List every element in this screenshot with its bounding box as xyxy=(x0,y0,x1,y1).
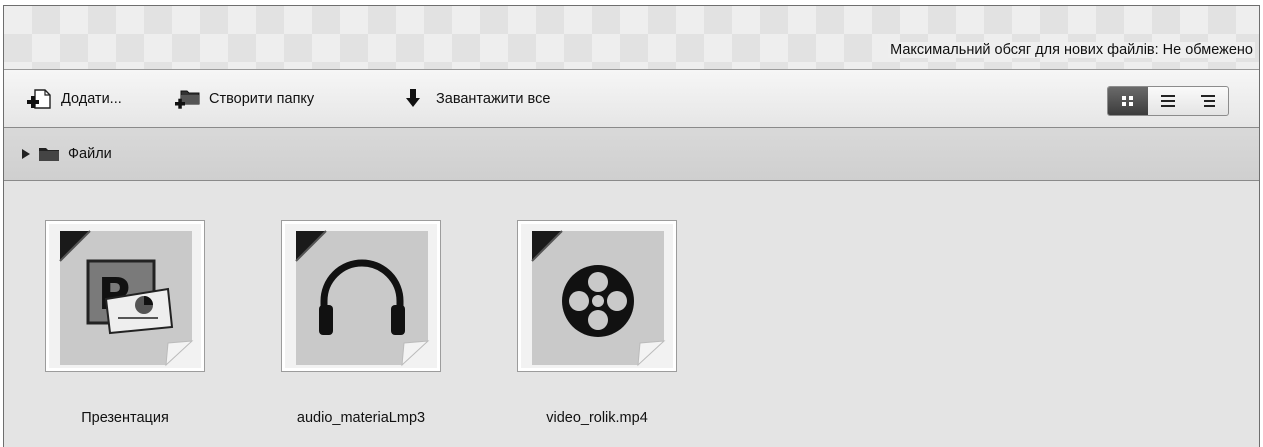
download-arrow-icon xyxy=(401,88,427,110)
create-folder-button[interactable]: Створити папку xyxy=(174,87,314,111)
create-folder-label: Створити папку xyxy=(209,91,315,107)
film-reel-icon xyxy=(531,230,666,367)
file-item[interactable]: video_rolik.mp4 xyxy=(517,220,677,426)
list-view-button[interactable] xyxy=(1148,87,1188,115)
file-thumbnail xyxy=(517,220,677,372)
grid-icon xyxy=(1122,96,1133,106)
download-all-label: Завантажити все xyxy=(436,91,551,107)
add-file-icon xyxy=(26,88,52,110)
expand-arrow-icon xyxy=(22,149,30,159)
header-bar: Максимальний обсяг для нових файлів: Не … xyxy=(4,6,1259,70)
icons-view-button[interactable] xyxy=(1108,87,1148,115)
file-item[interactable]: P Презентация xyxy=(45,220,205,426)
tree-list-icon xyxy=(1201,95,1215,107)
headphones-icon xyxy=(295,230,430,367)
toolbar: Додати... Створити папку Завантажити все xyxy=(4,70,1259,128)
view-mode-switch xyxy=(1107,86,1229,116)
folder-icon xyxy=(39,148,59,161)
breadcrumb: Файли xyxy=(4,128,1259,181)
file-grid: P Презентация audio_materiaLmp3 video_ro… xyxy=(4,182,1259,447)
file-item[interactable]: audio_materiaLmp3 xyxy=(281,220,441,426)
file-thumbnail xyxy=(281,220,441,372)
breadcrumb-label: Файли xyxy=(68,146,112,162)
quota-text: Максимальний обсяг для нових файлів: Не … xyxy=(888,42,1255,58)
tree-view-button[interactable] xyxy=(1188,87,1228,115)
powerpoint-icon: P xyxy=(59,230,194,367)
breadcrumb-item-files[interactable]: Файли xyxy=(22,146,112,162)
new-folder-icon xyxy=(174,88,200,110)
download-all-button[interactable]: Завантажити все xyxy=(401,87,550,111)
file-name: audio_materiaLmp3 xyxy=(296,410,426,426)
add-file-button[interactable]: Додати... xyxy=(26,87,122,111)
list-icon xyxy=(1161,95,1175,107)
file-thumbnail: P xyxy=(45,220,205,372)
file-name: Презентация xyxy=(81,410,169,426)
file-name: video_rolik.mp4 xyxy=(546,410,648,426)
add-file-label: Додати... xyxy=(61,91,122,107)
file-manager: Максимальний обсяг для нових файлів: Не … xyxy=(3,5,1260,447)
